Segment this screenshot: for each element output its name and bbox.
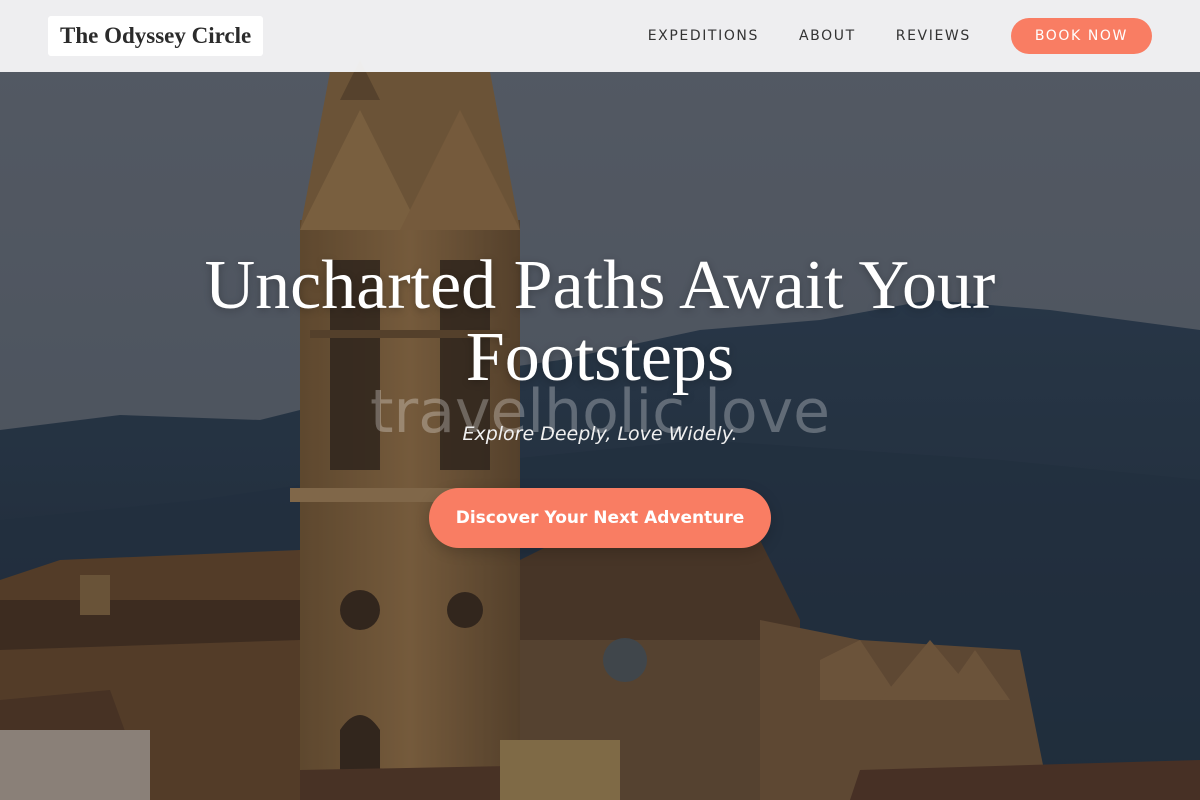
page: The Odyssey Circle EXPEDITIONS ABOUT REV… [0, 0, 1200, 800]
hero-title: Uncharted Paths Await Your Footsteps [204, 247, 996, 396]
hero-subtitle: Explore Deeply, Love Widely. [462, 423, 738, 445]
discover-adventure-button[interactable]: Discover Your Next Adventure [429, 488, 771, 548]
hero-section: Uncharted Paths Await Your Footsteps tra… [0, 0, 1200, 800]
